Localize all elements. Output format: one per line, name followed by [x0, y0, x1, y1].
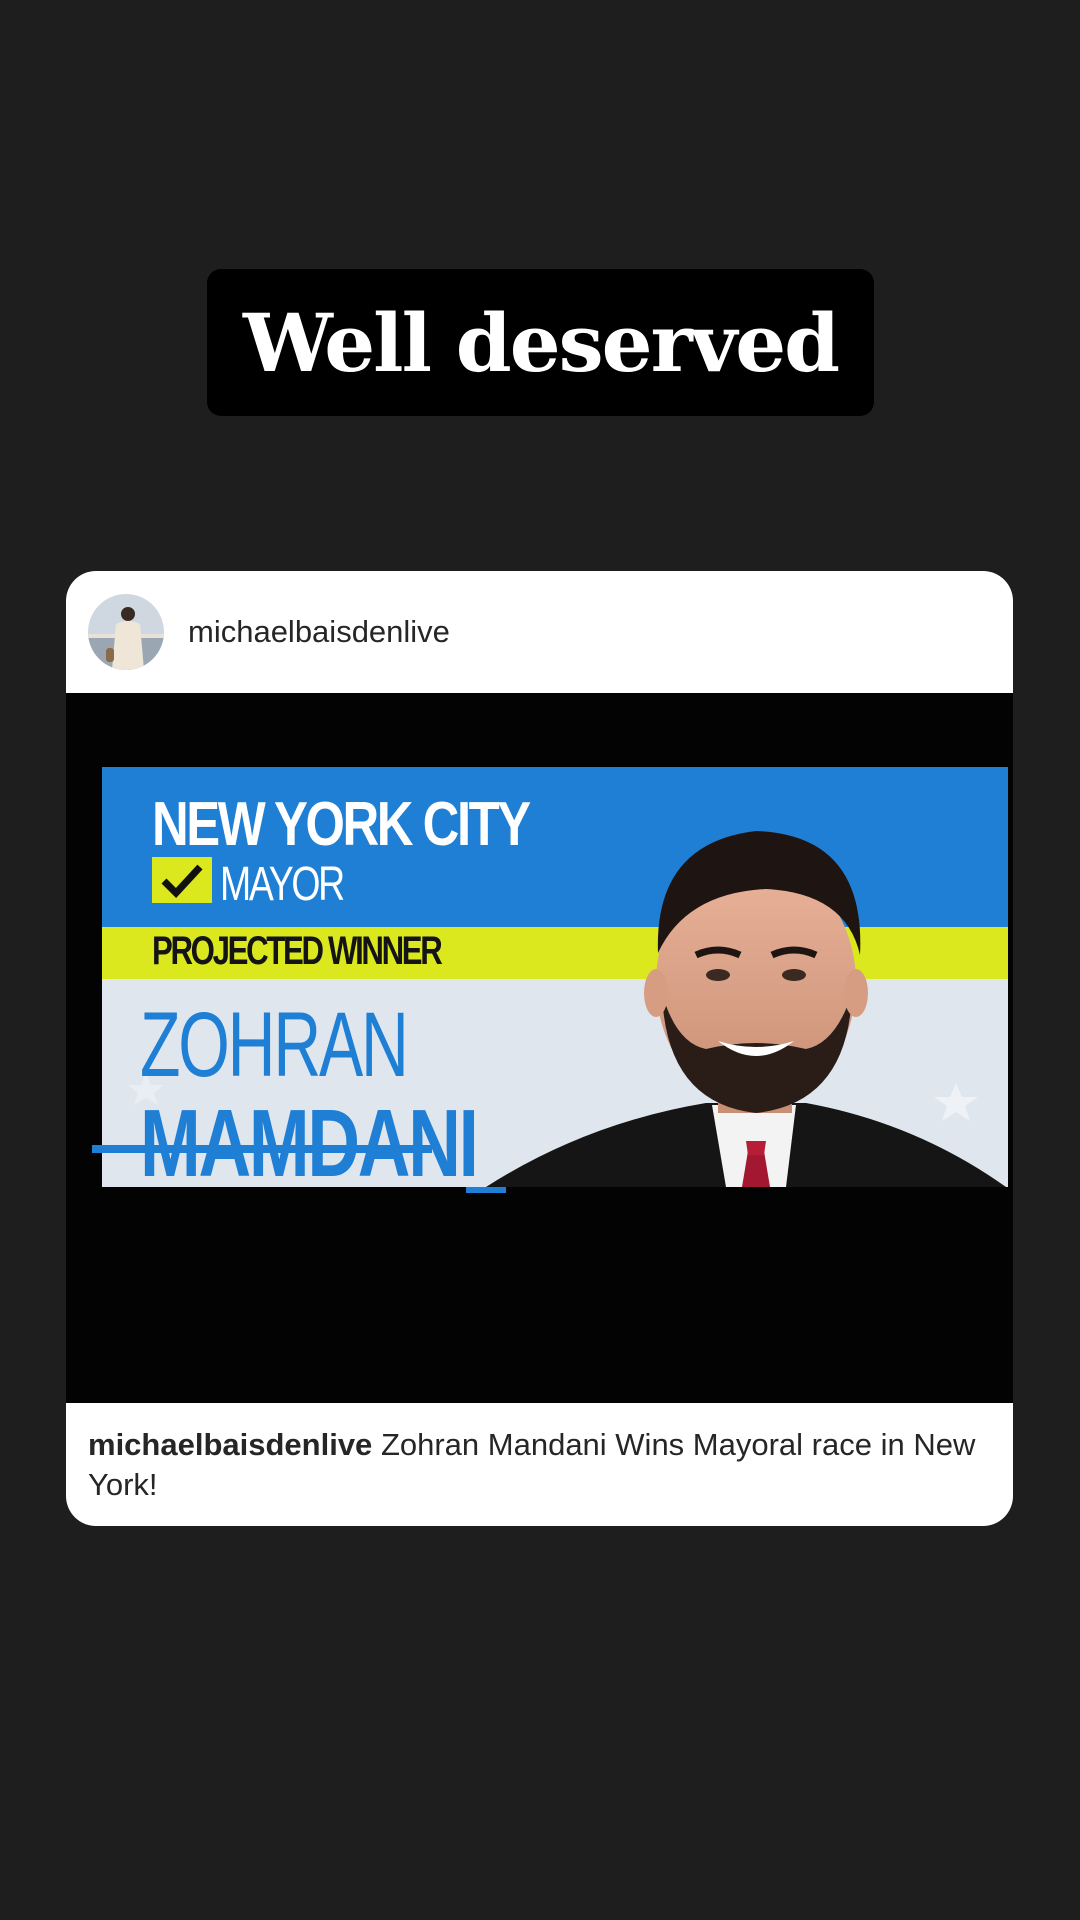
tv-race-label: MAYOR	[220, 858, 345, 911]
post-caption: michaelbaisdenlive Zohran Mandani Wins M…	[66, 1403, 1013, 1505]
post-username[interactable]: michaelbaisdenlive	[188, 614, 450, 650]
tv-status-label: PROJECTED WINNER	[152, 929, 443, 973]
post-image[interactable]: NEW YORK CITY MAYOR PROJECTED WINNER ZOH…	[66, 693, 1013, 1403]
avatar[interactable]	[88, 594, 164, 670]
sticker-text: Well deserved	[242, 295, 840, 390]
tv-first-name: ZOHRAN	[140, 994, 409, 1096]
profile-photo-icon	[88, 594, 164, 670]
shared-post-card[interactable]: michaelbaisdenlive NEW YORK CITY MAYOR P…	[66, 571, 1013, 1526]
post-header: michaelbaisdenlive	[66, 571, 1013, 693]
text-sticker[interactable]: Well deserved	[207, 269, 874, 416]
tv-headline: NEW YORK CITY	[152, 790, 531, 859]
tv-last-name: MAMDANI	[140, 1090, 479, 1197]
story-screen: Well deserved michaelbaisdenlive NEW YOR…	[0, 0, 1080, 1920]
caption-username[interactable]: michaelbaisdenlive	[88, 1427, 372, 1462]
